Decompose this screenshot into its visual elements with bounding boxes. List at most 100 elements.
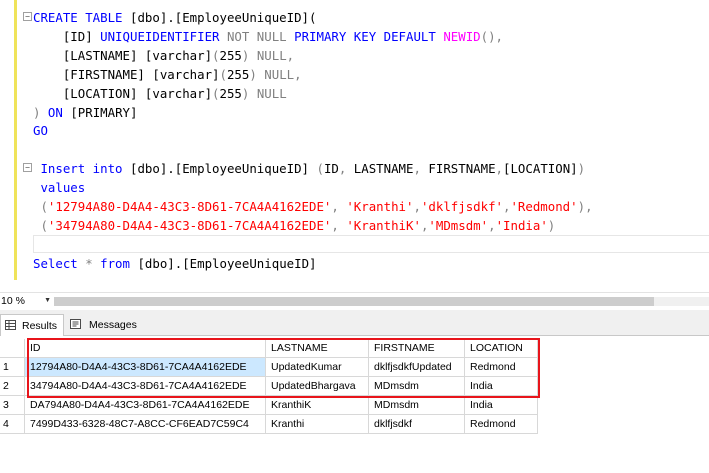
code-line[interactable]: ('34794A80-D4A4-43C3-8D61-7CA4A4162EDE',… — [33, 216, 555, 235]
tab-messages[interactable]: Messages — [66, 314, 146, 336]
code-token: ON — [47, 104, 71, 120]
column-header-firstname[interactable]: FIRSTNAME — [368, 339, 465, 358]
code-token: [LOCATION] — [503, 161, 578, 177]
code-line[interactable]: [ID] UNIQUEIDENTIFIER NOT NULL PRIMARY K… — [33, 27, 503, 46]
code-token: NEWID — [443, 28, 481, 44]
code-token: ( — [33, 199, 48, 214]
code-line[interactable]: [LOCATION] [varchar](255) NULL — [33, 84, 287, 103]
code-token: [LOCATION] [varchar] — [33, 85, 213, 101]
code-token: 'Redmond' — [510, 199, 578, 214]
code-token: ) NULL — [241, 85, 287, 101]
collapse-icon[interactable]: − — [23, 12, 32, 21]
current-line-highlight — [33, 235, 709, 253]
table-cell-lastname[interactable]: UpdatedBhargava — [265, 376, 369, 396]
table-cell-firstname[interactable]: MDmsdm — [368, 376, 465, 396]
row-number[interactable]: 3 — [0, 395, 25, 415]
table-cell-firstname[interactable]: MDmsdm — [368, 395, 465, 415]
table-cell-id[interactable]: DA794A80-D4A4-43C3-8D61-7CA4A4162EDE — [24, 395, 266, 415]
table-cell-firstname[interactable]: dklfjsdkfUpdated — [368, 357, 465, 377]
code-line[interactable]: [FIRSTNAME] [varchar](255) NULL, — [33, 65, 302, 84]
code-token: , — [331, 217, 347, 233]
code-token: NOT NULL — [226, 28, 295, 44]
code-line[interactable]: GO — [33, 121, 48, 140]
code-token: , — [331, 199, 347, 214]
code-token: ) NULL, — [249, 66, 302, 82]
row-number[interactable]: 2 — [0, 376, 25, 396]
code-line[interactable]: values — [33, 178, 85, 197]
table-cell-location[interactable]: Redmond — [464, 414, 538, 434]
table-cell-location[interactable]: India — [464, 376, 538, 396]
row-number[interactable]: 4 — [0, 414, 25, 434]
code-token: 'Kranthi' — [346, 199, 414, 214]
table-cell-location[interactable]: India — [464, 395, 538, 415]
scrollbar-thumb[interactable] — [54, 297, 654, 306]
code-token: PRIMARY KEY DEFAULT — [294, 28, 444, 44]
code-token: * — [85, 255, 101, 271]
code-line[interactable]: Insert into [dbo].[EmployeeUniqueID] (ID… — [33, 159, 585, 178]
table-cell-location[interactable]: Redmond — [464, 357, 538, 377]
code-token: 'KranthiK' — [346, 217, 421, 233]
column-header-location[interactable]: LOCATION — [464, 339, 538, 358]
row-number[interactable]: 1 — [0, 357, 25, 377]
table-row[interactable]: 4 7499D433-6328-48C7-A8CC-CF6EAD7C59C4 K… — [0, 414, 538, 434]
row-number-header[interactable] — [0, 339, 25, 358]
tab-messages-label: Messages — [89, 319, 137, 331]
code-token: ( — [219, 66, 227, 82]
code-token: CREATE TABLE — [33, 10, 130, 25]
code-token: [PRIMARY] — [70, 104, 138, 120]
code-line[interactable]: Select * from [dbo].[EmployeeUniqueID] — [33, 254, 317, 273]
code-token: UNIQUEIDENTIFIER — [100, 28, 227, 44]
code-token: , — [488, 217, 496, 233]
code-token: ) — [547, 217, 556, 233]
collapse-icon[interactable]: − — [23, 163, 32, 172]
code-token: [dbo].[EmployeeUniqueID] — [129, 161, 317, 177]
code-token: 255 — [219, 85, 242, 101]
code-token: ) — [577, 161, 586, 177]
code-token: ) NULL, — [241, 47, 295, 63]
query-editor[interactable]: − − CREATE TABLE [dbo].[EmployeeUniqueID… — [0, 0, 709, 292]
code-line[interactable]: ) ON [PRIMARY] — [33, 103, 137, 122]
code-token: 'India' — [495, 217, 548, 233]
table-cell-id[interactable]: 12794A80-D4A4-43C3-8D61-7CA4A4162EDE — [24, 357, 266, 377]
code-token: 255 — [219, 47, 242, 63]
table-cell-lastname[interactable]: KranthiK — [265, 395, 369, 415]
table-row[interactable]: 2 34794A80-D4A4-43C3-8D61-7CA4A4162EDE U… — [0, 376, 538, 396]
code-token: , — [338, 161, 354, 177]
results-grid[interactable]: ID LASTNAME FIRSTNAME LOCATION 1 12794A8… — [0, 336, 709, 473]
column-header-lastname[interactable]: LASTNAME — [265, 339, 369, 358]
code-token: 'dklfjsdkf' — [420, 199, 503, 214]
table-row[interactable]: 3 DA794A80-D4A4-43C3-8D61-7CA4A4162EDE K… — [0, 395, 538, 415]
code-token: GO — [33, 123, 48, 139]
zoom-dropdown[interactable]: 10 % ▼ — [1, 294, 51, 308]
horizontal-scrollbar[interactable] — [54, 297, 709, 306]
code-token: from — [100, 255, 138, 271]
code-token: ), — [577, 199, 593, 214]
code-token: [LASTNAME] [varchar] — [33, 47, 213, 63]
grid-icon — [5, 320, 16, 330]
code-token: values — [33, 180, 86, 196]
code-line[interactable]: ('12794A80-D4A4-43C3-8D61-7CA4A4162EDE',… — [33, 197, 593, 216]
results-tabs: Results Messages — [0, 310, 709, 336]
table-row[interactable]: 1 12794A80-D4A4-43C3-8D61-7CA4A4162EDE U… — [0, 357, 538, 377]
table-cell-lastname[interactable]: UpdatedKumar — [265, 357, 369, 377]
code-line[interactable]: CREATE TABLE [dbo].[EmployeeUniqueID]( — [33, 8, 316, 27]
table-cell-lastname[interactable]: Kranthi — [265, 414, 369, 434]
column-header-id[interactable]: ID — [24, 339, 266, 358]
zoom-value: 10 % — [1, 295, 25, 307]
code-token: '12794A80-D4A4-43C3-8D61-7CA4A4162EDE' — [47, 199, 332, 214]
code-token: ID — [323, 161, 339, 177]
code-token: Select — [33, 255, 86, 271]
table-cell-id[interactable]: 34794A80-D4A4-43C3-8D61-7CA4A4162EDE — [24, 376, 266, 396]
table-cell-firstname[interactable]: dklfjsdkf — [368, 414, 465, 434]
results-table: ID LASTNAME FIRSTNAME LOCATION 1 12794A8… — [0, 339, 538, 434]
code-line[interactable]: [LASTNAME] [varchar](255) NULL, — [33, 46, 294, 65]
code-token: , — [413, 161, 429, 177]
zoom-bar: 10 % ▼ — [0, 292, 709, 310]
code-token: (), — [480, 28, 504, 44]
code-token: ( — [212, 47, 220, 63]
dropdown-arrow-icon[interactable]: ▼ — [44, 294, 51, 308]
code-token: [ID] — [33, 28, 101, 44]
table-cell-id[interactable]: 7499D433-6328-48C7-A8CC-CF6EAD7C59C4 — [24, 414, 266, 434]
tab-results[interactable]: Results — [0, 314, 64, 336]
messages-icon — [70, 319, 81, 329]
